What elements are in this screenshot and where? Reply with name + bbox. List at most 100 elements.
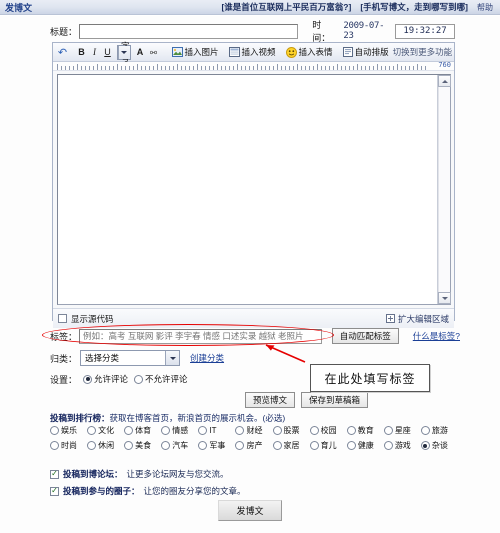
allow-comment-label: 允许评论 [94,374,129,384]
allow-comment-radio[interactable] [83,374,93,384]
rank-category-radio[interactable] [272,441,282,450]
rank-category-option[interactable]: 杂谈 [420,440,458,451]
help-link[interactable]: 帮助 [477,2,493,13]
rank-section-title: 投稿到排行榜： [50,413,110,423]
rank-category-radio[interactable] [198,426,208,435]
rank-category-option[interactable]: 旅游 [420,425,458,436]
rank-category-radio[interactable] [161,426,171,435]
promo-link[interactable]: [谁是首位互联网上平民百万富翁?] [221,1,351,13]
rank-category-option[interactable]: 股票 [272,425,310,436]
bold-button[interactable]: B [75,45,88,60]
tags-label: 标签： [50,331,78,342]
rank-category-radio[interactable] [124,426,134,435]
publish-date[interactable]: 2009-07-23 [343,21,389,41]
rich-text-editor: ↶ B I U 字号 A [52,41,455,328]
scrollbar-track[interactable] [438,87,450,292]
rank-category-option[interactable]: 财经 [235,425,272,436]
rank-category-option[interactable]: 教育 [346,425,384,436]
rank-category-radio[interactable] [383,441,393,450]
rank-category-option[interactable]: 校园 [309,425,347,436]
rank-category-option[interactable]: 育儿 [309,440,347,451]
forum-submit-checkbox[interactable] [50,469,59,479]
rank-category-radio[interactable] [235,441,245,450]
category-select[interactable]: 选择分类 [80,350,181,366]
show-source-checkbox[interactable] [58,314,67,323]
auto-match-tags-button[interactable]: 自动匹配标签 [331,328,399,344]
smiley-icon [285,46,297,58]
rank-category-radio[interactable] [50,441,59,450]
rank-category-radio[interactable] [346,441,356,450]
rank-category-option[interactable]: 体育 [124,425,161,436]
title-row: 标题： 时间： 2009-07-23 19:32:27 [50,20,455,43]
scroll-down-button[interactable] [438,292,451,304]
circle-submit-desc: 让您的圈友分享您的文章。 [143,486,246,496]
rank-category-radio[interactable] [346,426,356,435]
image-icon [171,47,183,57]
rank-category-option[interactable]: IT [198,425,235,436]
underline-button[interactable]: U [101,45,114,60]
publish-button[interactable]: 发博文 [218,500,282,521]
rank-category-radio[interactable] [87,441,97,450]
more-features-link[interactable]: 切换到更多功能 [393,46,453,58]
publish-time[interactable]: 19:32:27 [395,23,455,39]
forum-submit-title: 投稿到博论坛： [63,469,123,479]
rank-category-radio[interactable] [420,426,430,435]
circle-submit-checkbox[interactable] [50,486,59,496]
rank-category-option[interactable]: 娱乐 [50,425,87,436]
editor-body-wrap [53,71,454,308]
rank-category-radio[interactable] [198,441,208,450]
rank-category-label: 旅游 [431,426,448,435]
rank-category-radio[interactable] [50,426,59,435]
rank-category-option[interactable]: 美食 [124,440,161,451]
editor-vertical-scrollbar[interactable] [437,75,451,304]
insert-emoticon-button[interactable]: 插入表情 [282,44,337,60]
rank-category-label: 房产 [246,441,263,450]
rank-category-label: 教育 [357,426,374,435]
rank-category-radio[interactable] [309,441,319,450]
insert-video-button[interactable]: 插入视频 [225,44,280,60]
rank-category-option[interactable]: 时尚 [50,440,87,451]
rank-category-radio[interactable] [383,426,393,435]
tags-input[interactable] [79,328,322,344]
rank-category-option[interactable]: 家居 [272,440,310,451]
rank-category-option[interactable]: 休闲 [87,440,124,451]
deny-comment-option[interactable]: 不允许评论 [134,373,188,385]
insert-link-icon[interactable] [147,45,160,60]
auto-format-button[interactable]: 自动排版 [339,44,393,60]
rank-category-radio[interactable] [161,441,171,450]
rank-category-radio[interactable] [87,426,97,435]
rank-category-option[interactable]: 健康 [346,440,384,451]
deny-comment-radio[interactable] [134,374,144,384]
save-draft-button[interactable]: 保存到草稿箱 [301,392,369,408]
rank-category-option[interactable]: 汽车 [161,440,198,451]
rank-category-option[interactable]: 军事 [198,440,235,451]
rank-category-radio[interactable] [124,441,134,450]
rank-category-radio[interactable] [235,426,245,435]
rank-category-option[interactable]: 文化 [87,425,124,436]
rank-category-label: 文化 [98,426,115,435]
allow-comment-option[interactable]: 允许评论 [83,373,128,385]
scroll-up-button[interactable] [438,75,451,87]
undo-icon[interactable]: ↶ [56,45,69,60]
ruler-ticks-large [57,64,428,70]
create-category-link[interactable]: 创建分类 [190,352,224,364]
rank-category-radio[interactable] [420,441,430,450]
font-color-icon[interactable]: A [134,45,147,60]
expand-editor-button[interactable]: 扩大编辑区域 [385,313,449,325]
rank-category-option[interactable]: 游戏 [383,440,421,451]
rank-category-option[interactable]: 情感 [161,425,198,436]
rank-category-option[interactable]: 房产 [235,440,272,451]
rank-category-radio[interactable] [272,426,282,435]
forum-submit-desc: 让更多论坛网友与您交流。 [126,469,229,479]
insert-image-button[interactable]: 插入图片 [168,44,223,60]
italic-button[interactable]: I [88,45,101,60]
preview-button[interactable]: 预览博文 [245,392,296,408]
mobile-blog-link[interactable]: [手机写博文，走到哪写到哪] [360,1,468,13]
what-is-tag-link[interactable]: 什么是标签? [413,330,460,342]
font-size-select[interactable]: 字号 [117,41,131,63]
title-input[interactable] [79,23,299,39]
rank-category-radio[interactable] [309,426,319,435]
editor-content-area[interactable] [57,74,451,305]
rank-section-header: 投稿到排行榜：获取在博客首页，新浪首页的展示机会。(必选) [50,412,285,424]
rank-category-option[interactable]: 星座 [383,425,421,436]
